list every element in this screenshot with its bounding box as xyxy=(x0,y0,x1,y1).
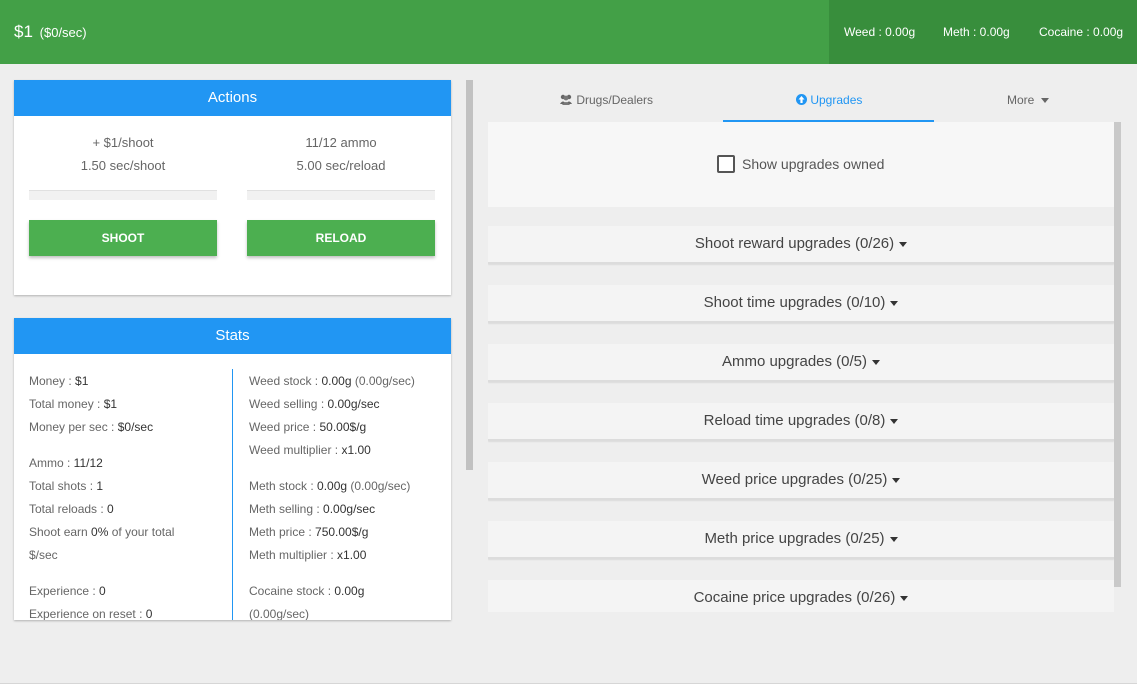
stats-body: Money : $1 Total money : $1 Money per se… xyxy=(14,354,451,620)
caret-down-icon xyxy=(892,477,901,483)
upgrades-panel: Show upgrades owned Shoot reward upgrade… xyxy=(488,122,1114,612)
stat-meth-multiplier: Meth multiplier : x1.00 xyxy=(249,548,367,562)
actions-title: Actions xyxy=(14,80,451,116)
caret-down-icon xyxy=(890,418,899,424)
stat-weed-stock: Weed stock : 0.00g (0.00g/sec) xyxy=(249,374,415,388)
money-rate: ($0/sec) xyxy=(39,25,87,40)
show-owned-box: Show upgrades owned xyxy=(488,122,1114,207)
meth-stock: Meth : 0.00g xyxy=(943,25,1010,39)
stats-divider xyxy=(232,369,233,620)
stat-weed-multiplier: Weed multiplier : x1.00 xyxy=(249,443,371,457)
show-owned-label[interactable]: Show upgrades owned xyxy=(742,156,884,172)
stats-title: Stats xyxy=(14,318,451,354)
stat-money-per-sec: Money per sec : $0/sec xyxy=(29,420,154,434)
caret-down-icon xyxy=(890,300,899,306)
tab-upgrades[interactable]: Upgrades xyxy=(796,93,862,107)
tab-drugs-dealers[interactable]: Drugs/Dealers xyxy=(559,93,653,107)
caret-down-icon xyxy=(872,359,881,365)
reload-time: 5.00 sec/reload xyxy=(296,158,386,173)
right-scrollbar[interactable] xyxy=(1114,122,1121,587)
tab-more-label: More xyxy=(1007,93,1035,107)
actions-card: Actions + $1/shoot 1.50 sec/shoot 11/12 … xyxy=(14,80,451,295)
reload-button[interactable]: RELOAD xyxy=(247,220,435,256)
caret-down-icon xyxy=(1040,98,1049,104)
stat-experience-on-reset: Experience on reset : 0 xyxy=(29,607,153,620)
caret-down-icon xyxy=(899,241,908,247)
cocaine-price-upgrades-toggle[interactable]: Cocaine price upgrades (0/26) xyxy=(488,580,1114,612)
tab-more[interactable]: More xyxy=(1007,93,1049,107)
reload-time-upgrades-toggle[interactable]: Reload time upgrades (0/8) xyxy=(488,403,1114,441)
stat-experience: Experience : 0 xyxy=(29,584,106,598)
stat-cocaine-stock: Cocaine stock : 0.00g xyxy=(249,584,365,598)
caret-down-icon xyxy=(900,595,909,601)
stat-meth-price: Meth price : 750.00$/g xyxy=(249,525,369,539)
cocaine-stock: Cocaine : 0.00g xyxy=(1039,25,1124,39)
stat-meth-selling: Meth selling : 0.00g/sec xyxy=(249,502,376,516)
tab-upgrades-label: Upgrades xyxy=(810,93,863,107)
weed-price-upgrades-toggle[interactable]: Weed price upgrades (0/25) xyxy=(488,462,1114,500)
stat-total-shots: Total shots : 1 xyxy=(29,479,104,493)
shoot-time-upgrades-toggle[interactable]: Shoot time upgrades (0/10) xyxy=(488,285,1114,323)
weed-stock: Weed : 0.00g xyxy=(844,25,916,39)
stats-card: Stats Money : $1 Total money : $1 Money … xyxy=(14,318,451,620)
stat-total-reloads: Total reloads : 0 xyxy=(29,502,114,516)
money-value: $1 xyxy=(14,22,33,41)
stat-weed-selling: Weed selling : 0.00g/sec xyxy=(249,397,380,411)
tab-drugs-dealers-label: Drugs/Dealers xyxy=(576,93,654,107)
left-scrollbar[interactable] xyxy=(466,80,473,470)
meth-price-upgrades-toggle[interactable]: Meth price upgrades (0/25) xyxy=(488,521,1114,559)
stat-weed-price: Weed price : 50.00$/g xyxy=(249,420,367,434)
stat-shoot-earn-unit: $/sec xyxy=(29,548,58,562)
caret-down-icon xyxy=(889,536,898,542)
show-owned-checkbox[interactable] xyxy=(717,155,735,173)
ammo-upgrades-toggle[interactable]: Ammo upgrades (0/5) xyxy=(488,344,1114,382)
arrow-circle-up-icon xyxy=(796,94,807,105)
stat-money: Money : $1 xyxy=(29,374,89,388)
shoot-time: 1.50 sec/shoot xyxy=(80,158,166,173)
shoot-button[interactable]: SHOOT xyxy=(29,220,217,256)
reload-progress-bar xyxy=(247,190,435,200)
stat-total-money: Total money : $1 xyxy=(29,397,118,411)
ammo-count: 11/12 ammo xyxy=(305,135,377,150)
shoot-progress-bar xyxy=(29,190,217,200)
stat-shoot-earn: Shoot earn 0% of your total xyxy=(29,525,175,539)
top-bar: $1 ($0/sec) Weed : 0.00g Meth : 0.00g Co… xyxy=(0,0,1137,64)
stat-ammo: Ammo : 11/12 xyxy=(29,456,103,470)
shoot-reward-upgrades-toggle[interactable]: Shoot reward upgrades (0/26) xyxy=(488,226,1114,264)
shoot-reward: + $1/shoot xyxy=(92,135,154,150)
users-icon xyxy=(560,94,572,105)
stat-cocaine-rate: (0.00g/sec) xyxy=(249,607,310,620)
money-display: $1 ($0/sec) xyxy=(14,22,87,42)
stat-meth-stock: Meth stock : 0.00g (0.00g/sec) xyxy=(249,479,411,493)
